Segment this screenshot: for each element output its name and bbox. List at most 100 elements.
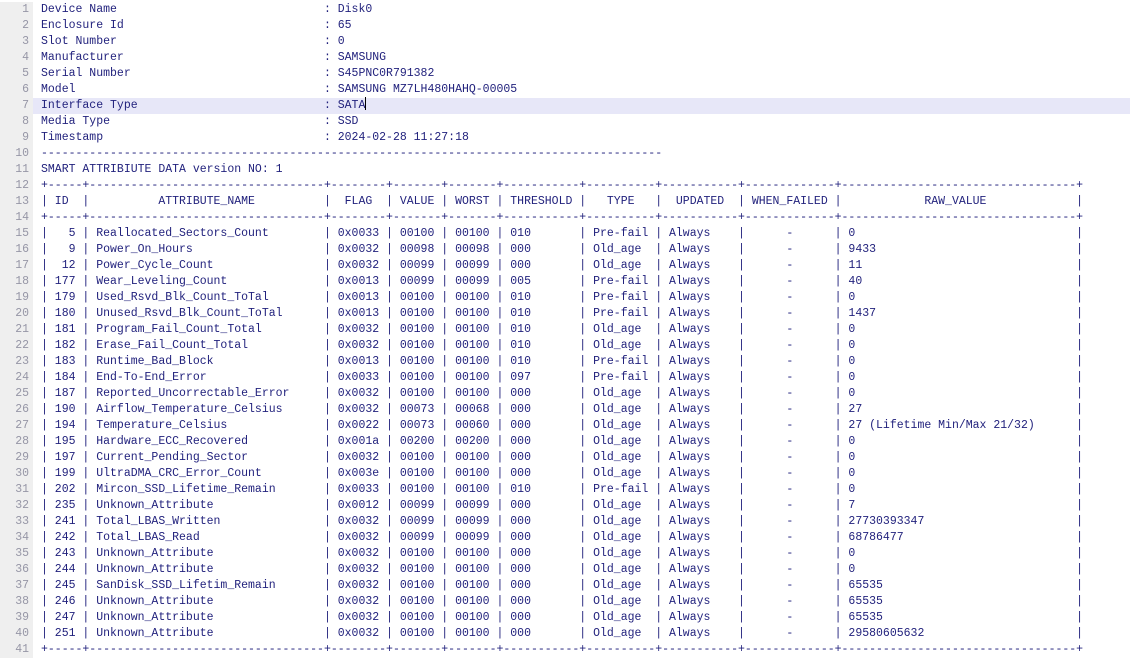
line-text: | 194 | Temperature_Celsius | 0x0022 | 0…: [41, 419, 1083, 432]
line-content[interactable]: | 202 | Mircon_SSD_Lifetime_Remain | 0x0…: [33, 482, 1130, 498]
line-content[interactable]: | ID | ATTRIBUTE_NAME | FLAG | VALUE | W…: [33, 194, 1130, 210]
line-content[interactable]: | 183 | Runtime_Bad_Block | 0x0013 | 001…: [33, 354, 1130, 370]
line-content[interactable]: +-----+---------------------------------…: [33, 178, 1130, 194]
line-content[interactable]: ----------------------------------------…: [33, 146, 1130, 162]
line-number: 39: [0, 610, 33, 626]
line-content[interactable]: | 244 | Unknown_Attribute | 0x0032 | 001…: [33, 562, 1130, 578]
editor-line: 8Media Type : SSD: [0, 114, 1130, 130]
line-text: | 251 | Unknown_Attribute | 0x0032 | 001…: [41, 627, 1083, 640]
line-number: 11: [0, 162, 33, 178]
line-text: +-----+---------------------------------…: [41, 643, 1083, 656]
editor-line: 20| 180 | Unused_Rsvd_Blk_Count_ToTal | …: [0, 306, 1130, 322]
editor-line: 27| 194 | Temperature_Celsius | 0x0022 |…: [0, 418, 1130, 434]
line-content[interactable]: | 190 | Airflow_Temperature_Celsius | 0x…: [33, 402, 1130, 418]
editor-line: 17| 12 | Power_Cycle_Count | 0x0032 | 00…: [0, 258, 1130, 274]
editor-line: 5 Serial Number : S45PNC0R791382: [0, 66, 1130, 82]
line-content[interactable]: | 179 | Used_Rsvd_Blk_Count_ToTal | 0x00…: [33, 290, 1130, 306]
editor-line: 9 Timestamp : 2024-02-28 11:27:18: [0, 130, 1130, 146]
line-text: Enclosure Id : 65: [41, 19, 352, 32]
editor-line: 10--------------------------------------…: [0, 146, 1130, 162]
editor-line: 7 Interface Type : SATA: [0, 98, 1130, 114]
line-number: 18: [0, 274, 33, 290]
line-number: 7: [0, 98, 33, 114]
editor-line: 22| 182 | Erase_Fail_Count_Total | 0x003…: [0, 338, 1130, 354]
line-content[interactable]: +-----+---------------------------------…: [33, 642, 1130, 658]
line-text: Manufacturer : SAMSUNG: [41, 51, 386, 64]
line-content[interactable]: Enclosure Id : 65: [33, 18, 1130, 34]
editor-lines: 1Device Name : Disk02Enclosure Id : 653S…: [0, 2, 1130, 658]
text-cursor: [365, 97, 366, 110]
line-content[interactable]: | 5 | Reallocated_Sectors_Count | 0x0033…: [33, 226, 1130, 242]
editor-line: 1Device Name : Disk0: [0, 2, 1130, 18]
line-text: | 243 | Unknown_Attribute | 0x0032 | 001…: [41, 547, 1083, 560]
line-content[interactable]: SMART ATTRIBIUTE DATA version NO: 1: [33, 162, 1130, 178]
line-number: 36: [0, 562, 33, 578]
line-content[interactable]: | 187 | Reported_Uncorrectable_Error | 0…: [33, 386, 1130, 402]
line-content[interactable]: | 9 | Power_On_Hours | 0x0032 | 00098 | …: [33, 242, 1130, 258]
line-content[interactable]: | 12 | Power_Cycle_Count | 0x0032 | 0009…: [33, 258, 1130, 274]
line-text: | 195 | Hardware_ECC_Recovered | 0x001a …: [41, 435, 1083, 448]
line-text: | 242 | Total_LBAS_Read | 0x0032 | 00099…: [41, 531, 1083, 544]
editor-line: 32| 235 | Unknown_Attribute | 0x0012 | 0…: [0, 498, 1130, 514]
editor-line: 40| 251 | Unknown_Attribute | 0x0032 | 0…: [0, 626, 1130, 642]
line-text: +-----+---------------------------------…: [41, 179, 1083, 192]
line-content[interactable]: | 243 | Unknown_Attribute | 0x0032 | 001…: [33, 546, 1130, 562]
line-content[interactable]: Device Name : Disk0: [33, 2, 1130, 18]
line-number: 9: [0, 130, 33, 146]
line-content[interactable]: Slot Number : 0: [33, 34, 1130, 50]
editor-line: 2Enclosure Id : 65: [0, 18, 1130, 34]
line-content[interactable]: Serial Number : S45PNC0R791382: [33, 66, 1130, 82]
line-text: ----------------------------------------…: [41, 147, 662, 160]
line-content[interactable]: Manufacturer : SAMSUNG: [33, 50, 1130, 66]
line-content[interactable]: | 241 | Total_LBAS_Written | 0x0032 | 00…: [33, 514, 1130, 530]
line-text: +-----+---------------------------------…: [41, 211, 1083, 224]
line-content[interactable]: | 182 | Erase_Fail_Count_Total | 0x0032 …: [33, 338, 1130, 354]
current-line-highlight[interactable]: Interface Type : SATA: [33, 98, 1130, 114]
line-content[interactable]: Model : SAMSUNG MZ7LH480HAHQ-00005: [33, 82, 1130, 98]
line-text: Serial Number : S45PNC0R791382: [41, 67, 434, 80]
line-text: Interface Type : SATA: [41, 99, 365, 112]
line-content[interactable]: +-----+---------------------------------…: [33, 210, 1130, 226]
line-text: | 9 | Power_On_Hours | 0x0032 | 00098 | …: [41, 243, 1083, 256]
line-content[interactable]: | 199 | UltraDMA_CRC_Error_Count | 0x003…: [33, 466, 1130, 482]
editor-line: 21| 181 | Program_Fail_Count_Total | 0x0…: [0, 322, 1130, 338]
line-content[interactable]: | 235 | Unknown_Attribute | 0x0012 | 000…: [33, 498, 1130, 514]
line-content[interactable]: | 245 | SanDisk_SSD_Lifetim_Remain | 0x0…: [33, 578, 1130, 594]
line-number: 32: [0, 498, 33, 514]
line-text: | 181 | Program_Fail_Count_Total | 0x003…: [41, 323, 1083, 336]
line-content[interactable]: | 247 | Unknown_Attribute | 0x0032 | 001…: [33, 610, 1130, 626]
line-content[interactable]: | 184 | End-To-End_Error | 0x0033 | 0010…: [33, 370, 1130, 386]
line-text: | 199 | UltraDMA_CRC_Error_Count | 0x003…: [41, 467, 1083, 480]
line-content[interactable]: | 195 | Hardware_ECC_Recovered | 0x001a …: [33, 434, 1130, 450]
line-content[interactable]: | 246 | Unknown_Attribute | 0x0032 | 001…: [33, 594, 1130, 610]
line-content[interactable]: Timestamp : 2024-02-28 11:27:18: [33, 130, 1130, 146]
editor-line: 29| 197 | Current_Pending_Sector | 0x003…: [0, 450, 1130, 466]
editor-line: 13| ID | ATTRIBUTE_NAME | FLAG | VALUE |…: [0, 194, 1130, 210]
line-text: | 246 | Unknown_Attribute | 0x0032 | 001…: [41, 595, 1083, 608]
line-content[interactable]: | 194 | Temperature_Celsius | 0x0022 | 0…: [33, 418, 1130, 434]
line-text: | 247 | Unknown_Attribute | 0x0032 | 001…: [41, 611, 1083, 624]
editor-line: 24| 184 | End-To-End_Error | 0x0033 | 00…: [0, 370, 1130, 386]
line-number: 1: [0, 2, 33, 18]
line-text: | 187 | Reported_Uncorrectable_Error | 0…: [41, 387, 1083, 400]
line-text: | 179 | Used_Rsvd_Blk_Count_ToTal | 0x00…: [41, 291, 1083, 304]
editor-line: 6Model : SAMSUNG MZ7LH480HAHQ-00005: [0, 82, 1130, 98]
line-content[interactable]: | 242 | Total_LBAS_Read | 0x0032 | 00099…: [33, 530, 1130, 546]
line-number: 38: [0, 594, 33, 610]
line-text: | 184 | End-To-End_Error | 0x0033 | 0010…: [41, 371, 1083, 384]
editor-line: 4Manufacturer : SAMSUNG: [0, 50, 1130, 66]
line-content[interactable]: | 251 | Unknown_Attribute | 0x0032 | 001…: [33, 626, 1130, 642]
line-content[interactable]: | 181 | Program_Fail_Count_Total | 0x003…: [33, 322, 1130, 338]
line-content[interactable]: | 197 | Current_Pending_Sector | 0x0032 …: [33, 450, 1130, 466]
line-content[interactable]: Media Type : SSD: [33, 114, 1130, 130]
line-content[interactable]: | 180 | Unused_Rsvd_Blk_Count_ToTal | 0x…: [33, 306, 1130, 322]
editor-line: 11SMART ATTRIBIUTE DATA version NO: 1: [0, 162, 1130, 178]
line-text: | 190 | Airflow_Temperature_Celsius | 0x…: [41, 403, 1083, 416]
line-text: Timestamp : 2024-02-28 11:27:18: [41, 131, 469, 144]
line-text: | 183 | Runtime_Bad_Block | 0x0013 | 001…: [41, 355, 1083, 368]
line-text: | 245 | SanDisk_SSD_Lifetim_Remain | 0x0…: [41, 579, 1083, 592]
line-number: 5: [0, 66, 33, 82]
line-content[interactable]: | 177 | Wear_Leveling_Count | 0x0013 | 0…: [33, 274, 1130, 290]
line-number: 12: [0, 178, 33, 194]
line-text: Media Type : SSD: [41, 115, 358, 128]
